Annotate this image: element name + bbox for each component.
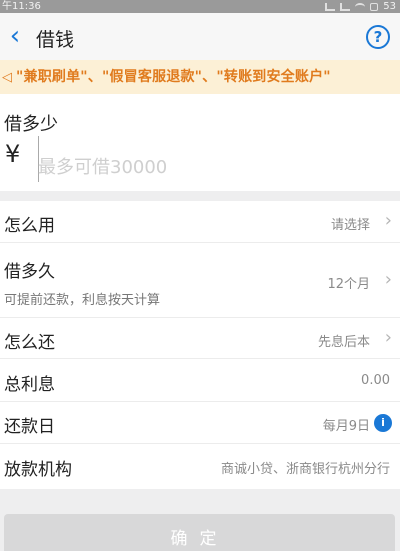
battery-level: 53 bbox=[383, 1, 396, 12]
signal-icon bbox=[325, 2, 336, 11]
loan-options-list: 怎么用 请选择 › 借多久 可提前还款，利息按天计算 12个月 › 怎么还 先息… bbox=[0, 201, 400, 489]
amount-label: 借多少 bbox=[4, 114, 58, 135]
fraud-notice-banner: ◁ "兼职刷单"、"假冒客服退款"、"转账到安全账户" bbox=[0, 60, 400, 94]
row-label: 怎么用 bbox=[4, 216, 55, 236]
battery-icon bbox=[370, 2, 379, 11]
status-bar: 午11:36 53 bbox=[0, 0, 400, 13]
status-icons: 53 bbox=[325, 0, 396, 13]
chevron-right-icon: › bbox=[384, 269, 392, 290]
chevron-right-icon: › bbox=[384, 210, 392, 231]
help-icon[interactable]: ? bbox=[366, 25, 390, 49]
row-label: 怎么还 bbox=[4, 333, 55, 353]
row-value: 12个月 bbox=[327, 277, 370, 292]
row-value: 商诚小贷、浙商银行杭州分行 bbox=[220, 462, 390, 477]
nav-bar: ‹ 借钱 ? bbox=[0, 13, 400, 60]
chevron-right-icon: › bbox=[384, 327, 392, 348]
row-lender: 放款机构 商诚小贷、浙商银行杭州分行 bbox=[0, 444, 400, 489]
status-time: 午11:36 bbox=[2, 1, 41, 12]
confirm-button[interactable]: 确定 bbox=[4, 514, 395, 551]
signal-icon-2 bbox=[340, 2, 351, 11]
notice-text: "兼职刷单"、"假冒客服退款"、"转账到安全账户" bbox=[16, 69, 331, 85]
row-repay-day: 还款日 每月9日 i bbox=[0, 402, 400, 444]
row-usage[interactable]: 怎么用 请选择 › bbox=[0, 201, 400, 243]
speaker-icon: ◁ bbox=[2, 70, 12, 85]
row-value: 先息后本 bbox=[317, 335, 370, 350]
row-term[interactable]: 借多久 可提前还款，利息按天计算 12个月 › bbox=[0, 243, 400, 318]
amount-section: 借多少 ¥ bbox=[0, 94, 400, 191]
row-interest: 总利息 0.00 bbox=[0, 359, 400, 402]
info-icon[interactable]: i bbox=[374, 414, 392, 432]
row-sublabel: 可提前还款，利息按天计算 bbox=[4, 293, 161, 308]
row-label: 借多久 bbox=[4, 262, 55, 282]
row-repayment[interactable]: 怎么还 先息后本 › bbox=[0, 318, 400, 359]
row-value: 0.00 bbox=[361, 373, 390, 388]
row-label: 放款机构 bbox=[4, 460, 72, 480]
row-label: 总利息 bbox=[4, 375, 55, 395]
amount-input[interactable] bbox=[38, 154, 378, 180]
row-label: 还款日 bbox=[4, 417, 55, 437]
currency-symbol: ¥ bbox=[5, 140, 21, 168]
row-value: 请选择 bbox=[330, 218, 370, 233]
back-icon[interactable]: ‹ bbox=[4, 23, 26, 49]
row-value: 每月9日 bbox=[322, 419, 370, 434]
wifi-icon bbox=[355, 2, 366, 11]
page-title: 借钱 bbox=[36, 29, 75, 51]
